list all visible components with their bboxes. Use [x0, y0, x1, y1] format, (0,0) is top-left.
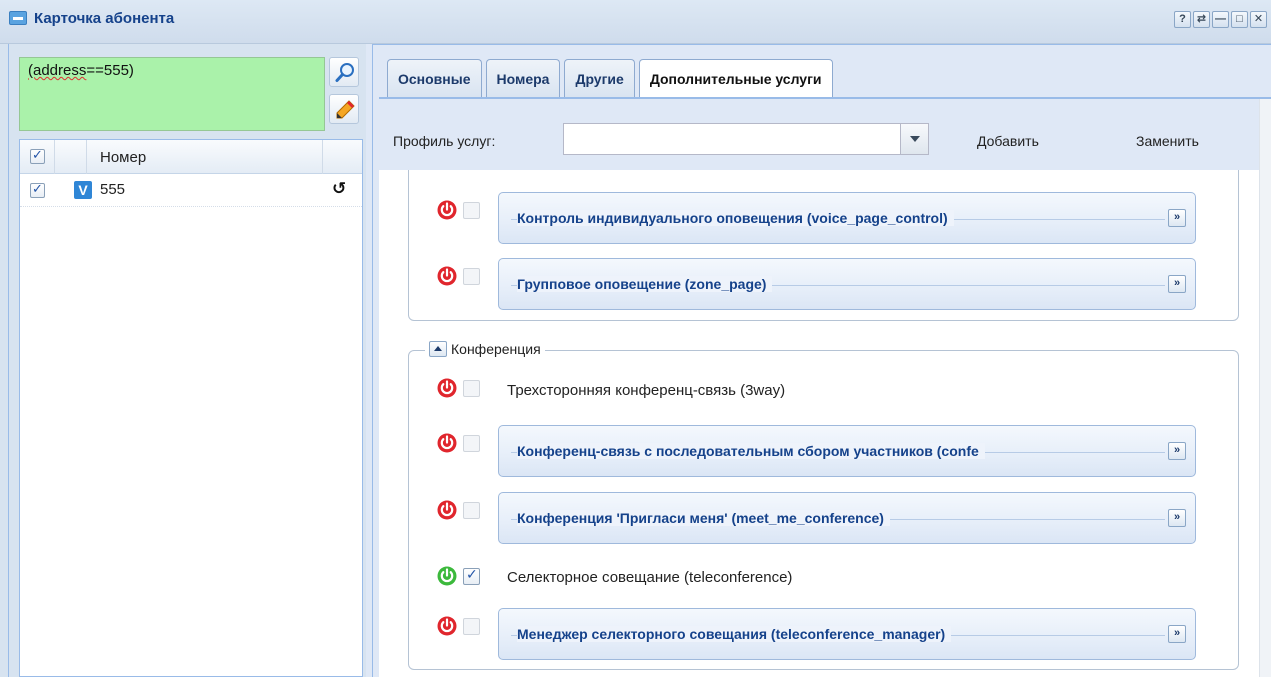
service-checkbox[interactable] [463, 202, 480, 219]
conference-group: Конференция Трехсторонняя конференц-связ… [408, 341, 1239, 670]
service-title: Конференц-связь с последовательным сборо… [517, 443, 985, 459]
service-title: Селекторное совещание (teleconference) [507, 569, 793, 586]
service-row: Селекторное совещание (teleconference) [409, 558, 1229, 612]
tab-bar: Основные Номера Другие Дополнительные ус… [387, 59, 833, 99]
service-title: Групповое оповещение (zone_page) [517, 276, 773, 292]
service-row: Контроль индивидуального оповещения (voi… [409, 192, 1229, 246]
row-type-badge: V [74, 181, 92, 199]
window-titlebar: Карточка абонента ? ⇄ — □ ✕ [0, 0, 1271, 44]
select-all-checkbox[interactable] [30, 147, 45, 164]
power-icon[interactable] [437, 200, 457, 220]
replace-button[interactable]: Заменить [1136, 133, 1199, 149]
search-icon [335, 63, 354, 82]
pencil-icon [336, 100, 355, 119]
profile-toolbar: Профиль услуг: Добавить Заменить [379, 99, 1259, 170]
service-title: Менеджер селекторного совещания (telecon… [517, 626, 952, 642]
table-row[interactable]: V 555 ↺ [20, 175, 362, 207]
chevron-double-down-icon[interactable]: » [1168, 442, 1186, 460]
left-panel: (address==555) Номер [0, 44, 366, 677]
tab-panel: Основные Номера Другие Дополнительные ус… [372, 44, 1271, 677]
chevron-up-icon[interactable] [429, 341, 447, 357]
help-tool-button[interactable]: ? [1174, 11, 1191, 28]
window-title: Карточка абонента [34, 10, 175, 27]
header-separator [322, 140, 323, 174]
group-legend-label: Конференция [451, 341, 541, 357]
service-checkbox[interactable] [463, 618, 480, 635]
history-icon[interactable]: ↺ [332, 179, 346, 199]
filter-text-prefix: (address [28, 62, 87, 79]
power-icon[interactable] [437, 378, 457, 398]
service-panel[interactable]: Менеджер селекторного совещания (telecon… [498, 608, 1196, 660]
refresh-tool-button[interactable]: ⇄ [1193, 11, 1210, 28]
maximize-tool-button[interactable]: □ [1231, 11, 1248, 28]
service-panel[interactable]: Конференц-связь с последовательным сборо… [498, 425, 1196, 477]
profile-select[interactable] [563, 123, 929, 155]
chevron-double-down-icon[interactable]: » [1168, 275, 1186, 293]
service-panel[interactable]: Контроль индивидуального оповещения (voi… [498, 192, 1196, 244]
tab-numbers[interactable]: Номера [485, 59, 561, 97]
power-icon[interactable] [437, 616, 457, 636]
left-panel-inner: (address==555) Номер [8, 44, 363, 677]
service-panel[interactable]: Групповое оповещение (zone_page) » [498, 258, 1196, 310]
service-checkbox[interactable] [463, 380, 480, 397]
close-tool-button[interactable]: ✕ [1250, 11, 1267, 28]
tab-main[interactable]: Основные [387, 59, 482, 97]
chevron-double-down-icon[interactable]: » [1168, 509, 1186, 527]
search-button[interactable] [329, 57, 359, 87]
service-title: Конференция 'Пригласи меня' (meet_me_con… [517, 510, 890, 526]
filter-text-suffix: ==555) [86, 62, 134, 79]
service-row: Менеджер селекторного совещания (telecon… [409, 608, 1229, 662]
header-separator [54, 140, 55, 174]
add-button[interactable]: Добавить [977, 133, 1039, 149]
scrollbar[interactable] [1259, 99, 1271, 677]
header-separator [86, 140, 87, 174]
service-title: Контроль индивидуального оповещения (voi… [517, 210, 954, 226]
chevron-down-icon[interactable] [900, 124, 928, 154]
card-icon [9, 11, 27, 25]
column-header-number[interactable]: Номер [100, 149, 146, 166]
edit-button[interactable] [329, 94, 359, 124]
grid-header: Номер [20, 140, 362, 174]
row-number: 555 [100, 181, 126, 198]
services-content: Профиль услуг: Добавить Заменить Контрол… [379, 99, 1271, 677]
power-icon[interactable] [437, 500, 457, 520]
right-panel: Основные Номера Другие Дополнительные ус… [366, 44, 1271, 677]
window-tools: ? ⇄ — □ ✕ [1174, 11, 1267, 28]
group-legend: Конференция [425, 341, 545, 357]
row-checkbox[interactable] [30, 181, 45, 198]
service-row: Конференц-связь с последовательным сборо… [409, 425, 1229, 479]
service-row: Конференция 'Пригласи меня' (meet_me_con… [409, 492, 1229, 546]
service-title: Трехсторонняя конференц-связь (3way) [507, 382, 786, 399]
service-checkbox[interactable] [463, 566, 480, 585]
chevron-double-down-icon[interactable]: » [1168, 625, 1186, 643]
minimize-tool-button[interactable]: — [1212, 11, 1229, 28]
service-panel[interactable]: Конференция 'Пригласи меня' (meet_me_con… [498, 492, 1196, 544]
service-checkbox[interactable] [463, 268, 480, 285]
service-row: Трехсторонняя конференц-связь (3way) [409, 370, 1229, 424]
power-icon[interactable] [437, 266, 457, 286]
chevron-double-down-icon[interactable]: » [1168, 209, 1186, 227]
service-checkbox[interactable] [463, 502, 480, 519]
numbers-grid: Номер V 555 ↺ [19, 139, 363, 677]
tab-additional-services[interactable]: Дополнительные услуги [638, 59, 833, 99]
tab-other[interactable]: Другие [564, 59, 635, 97]
power-icon[interactable] [437, 566, 457, 586]
service-checkbox[interactable] [463, 435, 480, 452]
power-icon[interactable] [437, 433, 457, 453]
service-row: Групповое оповещение (zone_page) » [409, 258, 1229, 312]
filter-input[interactable]: (address==555) [19, 57, 325, 131]
profile-label: Профиль услуг: [393, 133, 496, 149]
